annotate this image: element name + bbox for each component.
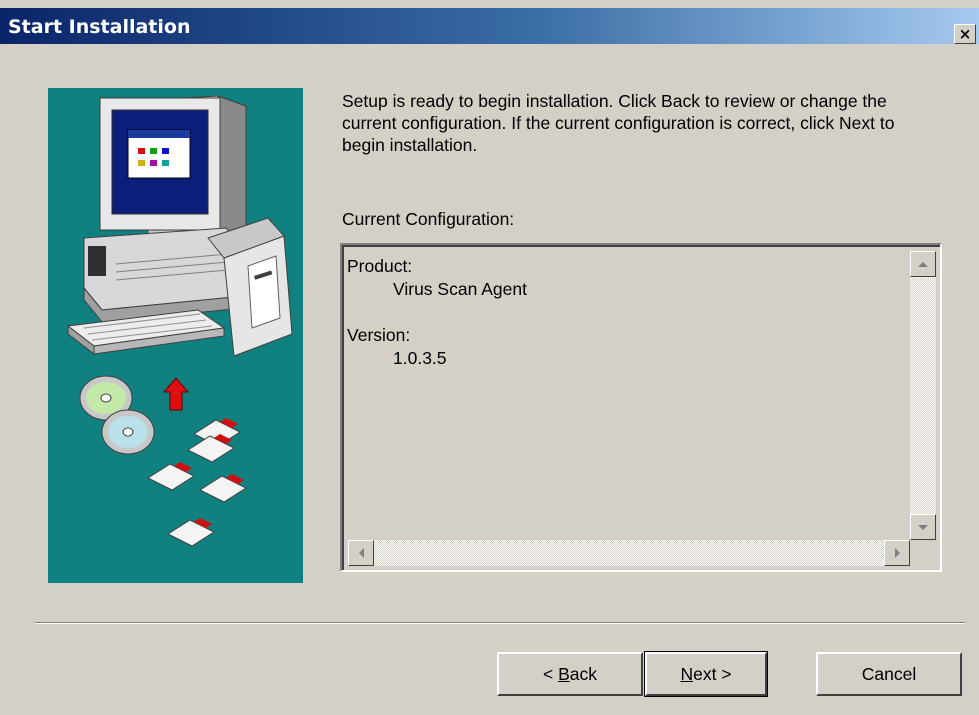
back-button-prefix: < <box>542 663 559 684</box>
computer-illustration-icon <box>66 95 293 547</box>
window-title: Start Installation <box>8 16 191 38</box>
config-value: 1.0.3.5 <box>393 348 447 368</box>
title-bar: Start Installation × <box>0 8 979 44</box>
separator <box>35 622 965 624</box>
close-icon: × <box>958 25 972 43</box>
scrollbar-corner <box>910 540 936 566</box>
back-button-mnemonic: B <box>558 663 570 684</box>
arrow-down-icon <box>918 524 928 530</box>
next-button-rest: ext > <box>693 663 732 684</box>
horizontal-scrollbar[interactable] <box>348 540 910 566</box>
arrow-up-icon <box>918 261 928 267</box>
scroll-right-button[interactable] <box>884 540 910 566</box>
intro-text: Setup is ready to begin installation. Cl… <box>342 91 895 155</box>
config-value: Virus Scan Agent <box>393 279 527 299</box>
scroll-up-button[interactable] <box>910 251 936 277</box>
cancel-button[interactable]: Cancel <box>816 652 962 696</box>
config-listbox[interactable]: Product: Virus Scan Agent Version: 1.0.3… <box>340 243 942 572</box>
arrow-right-icon <box>894 548 900 558</box>
arrow-left-icon <box>358 548 364 558</box>
back-button-rest: ack <box>569 663 597 684</box>
config-content: Product: Virus Scan Agent Version: 1.0.3… <box>347 255 908 538</box>
scroll-left-button[interactable] <box>348 540 374 566</box>
vertical-scrollbar[interactable] <box>910 251 936 540</box>
config-key: Product: <box>347 256 413 276</box>
close-button[interactable]: × <box>954 24 976 44</box>
config-entry-product: Product: Virus Scan Agent <box>347 255 908 301</box>
next-button-mnemonic: N <box>680 663 694 684</box>
setup-illustration <box>48 88 303 583</box>
config-label: Current Configuration: <box>342 209 515 229</box>
scroll-down-button[interactable] <box>910 514 936 540</box>
next-button[interactable]: Next > <box>644 651 768 697</box>
back-button[interactable]: < Back <box>497 652 643 696</box>
config-entry-version: Version: 1.0.3.5 <box>347 324 908 370</box>
config-key: Version: <box>347 325 411 345</box>
